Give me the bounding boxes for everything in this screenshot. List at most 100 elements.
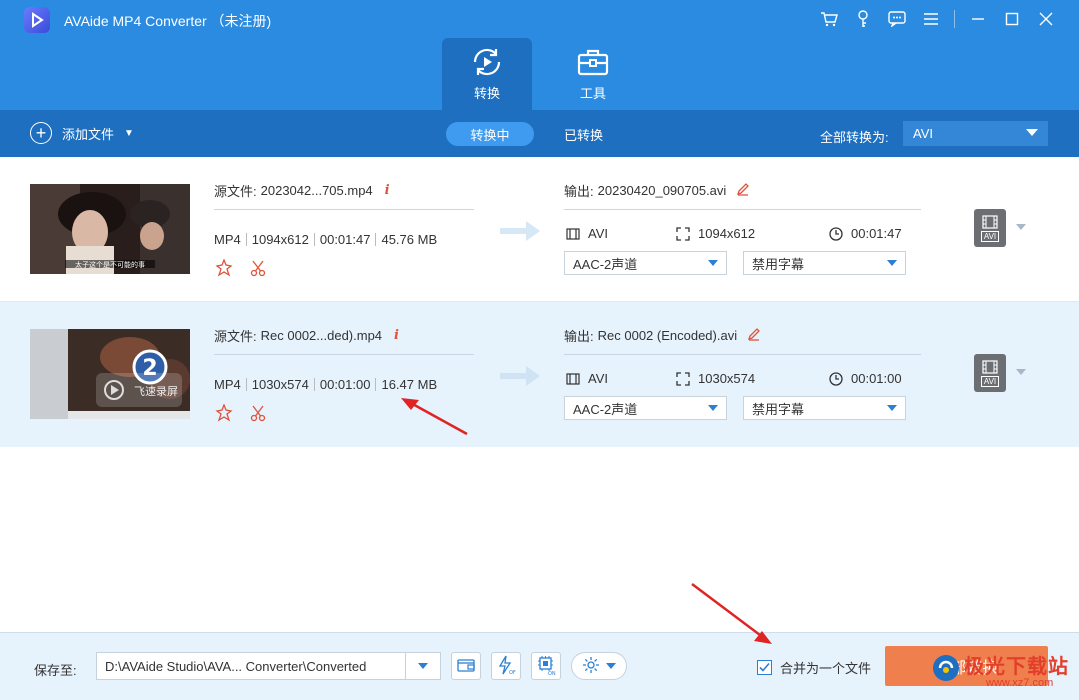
edit-icon[interactable]: [747, 327, 761, 344]
enhance-icon[interactable]: [214, 258, 234, 278]
convert-all-format-value: AVI: [913, 126, 933, 141]
chevron-down-icon[interactable]: ▼: [124, 128, 134, 139]
footer-bar: 保存至: D:\AVAide Studio\AVA... Converter\C…: [0, 632, 1079, 700]
annotation-arrow: [691, 583, 772, 644]
open-folder-button[interactable]: [451, 652, 481, 680]
source-filename: 2023042...705.mp4: [260, 183, 373, 198]
feedback-icon[interactable]: [880, 8, 914, 30]
output-resolution-value: 1030x574: [698, 371, 756, 386]
badge-label: AVI: [980, 230, 1000, 242]
chevron-down-icon: [887, 405, 897, 411]
audio-track-select[interactable]: AAC-2声道: [564, 251, 727, 275]
tab-converted[interactable]: 已转换: [548, 122, 619, 146]
file-row[interactable]: 2 飞速录屏 源文件: Rec 0002...ded).mp4 i MP4 10…: [0, 302, 1079, 447]
enhance-icon[interactable]: [214, 403, 234, 423]
arrow-right-icon: [498, 219, 542, 246]
output-label: 输出:: [564, 184, 594, 199]
convert-icon: [470, 47, 504, 77]
output-file: 输出: Rec 0002 (Encoded).avi: [564, 326, 761, 345]
minimize-icon[interactable]: [961, 8, 995, 30]
chevron-down-icon[interactable]: [1016, 369, 1026, 375]
subtitle-value: 禁用字幕: [752, 256, 805, 272]
row-actions: [214, 403, 282, 423]
source-file: 源文件: 2023042...705.mp4 i: [214, 181, 390, 200]
close-icon[interactable]: [1029, 8, 1063, 30]
info-icon[interactable]: i: [394, 328, 399, 343]
add-icon: +: [30, 122, 52, 144]
checkbox-checked-icon[interactable]: [757, 660, 772, 675]
cut-icon[interactable]: [248, 258, 268, 278]
divider: [564, 209, 921, 210]
tab-convert-label: 转换: [473, 85, 500, 101]
subtitle-value: 禁用字幕: [752, 401, 805, 417]
output-format-value: AVI: [588, 226, 608, 241]
resize-icon: [676, 371, 690, 386]
output-label: 输出:: [564, 329, 594, 344]
source-filename: Rec 0002...ded).mp4: [260, 328, 383, 343]
cpu-on-icon: ON: [536, 655, 556, 678]
convert-all-to-label: 全部转换为:: [820, 130, 889, 145]
subtitle-select[interactable]: 禁用字幕: [743, 396, 906, 420]
settings-button[interactable]: [571, 652, 627, 680]
add-file-button[interactable]: + 添加文件 ▼: [30, 122, 134, 144]
badge-label: AVI: [980, 375, 1000, 387]
cart-icon[interactable]: [812, 8, 846, 30]
thumbnail-watermark: 飞速录屏: [134, 385, 178, 398]
tab-tools-label: 工具: [579, 85, 606, 101]
source-file: 源文件: Rec 0002...ded).mp4 i: [214, 326, 399, 345]
title-tools: [812, 8, 1063, 30]
source-size: 16.47 MB: [381, 377, 438, 392]
maximize-icon[interactable]: [995, 8, 1029, 30]
info-icon[interactable]: i: [385, 183, 390, 198]
audio-track-select[interactable]: AAC-2声道: [564, 396, 727, 420]
file-row[interactable]: 太子这个是不可能的事 源文件: 2023042...705.mp4 i MP4 …: [0, 157, 1079, 302]
convert-all-format-select[interactable]: AVI: [903, 121, 1048, 146]
key-icon[interactable]: [846, 8, 880, 30]
clock-icon: [829, 371, 843, 386]
toolbox-icon: [577, 47, 609, 77]
output-duration-value: 00:01:00: [851, 371, 902, 386]
chevron-down-icon: [606, 663, 616, 669]
menu-icon[interactable]: [914, 8, 948, 30]
app-title: AVAide MP4 Converter （未注册): [64, 13, 272, 29]
svg-text:太子这个是不可能的事: 太子这个是不可能的事: [75, 260, 145, 269]
source-resolution: 1094x612: [251, 232, 309, 247]
video-thumbnail[interactable]: 太子这个是不可能的事: [30, 184, 190, 274]
app-header: AVAide MP4 Converter （未注册) 转换 工具: [0, 0, 1079, 110]
site-watermark: 极光下载站 www.xz7.com: [928, 650, 1074, 694]
output-filename: 20230420_090705.avi: [597, 183, 727, 198]
output-file: 输出: 20230420_090705.avi: [564, 181, 750, 200]
source-format: MP4: [214, 232, 241, 247]
hardware-accel-button[interactable]: OFF: [491, 652, 521, 680]
edit-icon[interactable]: [736, 182, 750, 199]
chevron-down-icon: [418, 663, 428, 669]
save-path-value: D:\AVAide Studio\AVA... Converter\Conver…: [105, 658, 367, 674]
output-format-badge[interactable]: AVI: [974, 354, 1006, 392]
chevron-down-icon[interactable]: [1016, 224, 1026, 230]
source-format: MP4: [214, 377, 241, 392]
folder-icon: [457, 657, 475, 676]
film-icon: [566, 372, 580, 385]
merge-checkbox[interactable]: 合并为一个文件: [757, 658, 871, 677]
output-format-badge[interactable]: AVI: [974, 209, 1006, 247]
save-path-dropdown[interactable]: [405, 653, 440, 679]
tab-tools[interactable]: 工具: [548, 38, 638, 110]
video-thumbnail[interactable]: 2 飞速录屏: [30, 329, 190, 419]
save-path-field[interactable]: D:\AVAide Studio\AVA... Converter\Conver…: [96, 652, 441, 680]
gear-icon: [582, 656, 600, 677]
source-size: 45.76 MB: [381, 232, 438, 247]
tab-convert[interactable]: 转换: [442, 38, 532, 110]
output-resolution: 1094x612: [676, 226, 755, 241]
source-resolution: 1030x574: [251, 377, 309, 392]
cut-icon[interactable]: [248, 403, 268, 423]
source-label: 源文件:: [214, 329, 257, 344]
clock-icon: [829, 226, 843, 241]
resize-icon: [676, 226, 690, 241]
row-actions: [214, 258, 282, 278]
gpu-accel-button[interactable]: ON: [531, 652, 561, 680]
subtitle-select[interactable]: 禁用字幕: [743, 251, 906, 275]
tab-converting[interactable]: 转换中: [446, 122, 534, 146]
svg-text:ON: ON: [548, 671, 556, 675]
output-resolution-value: 1094x612: [698, 226, 756, 241]
chevron-down-icon: [708, 405, 718, 411]
